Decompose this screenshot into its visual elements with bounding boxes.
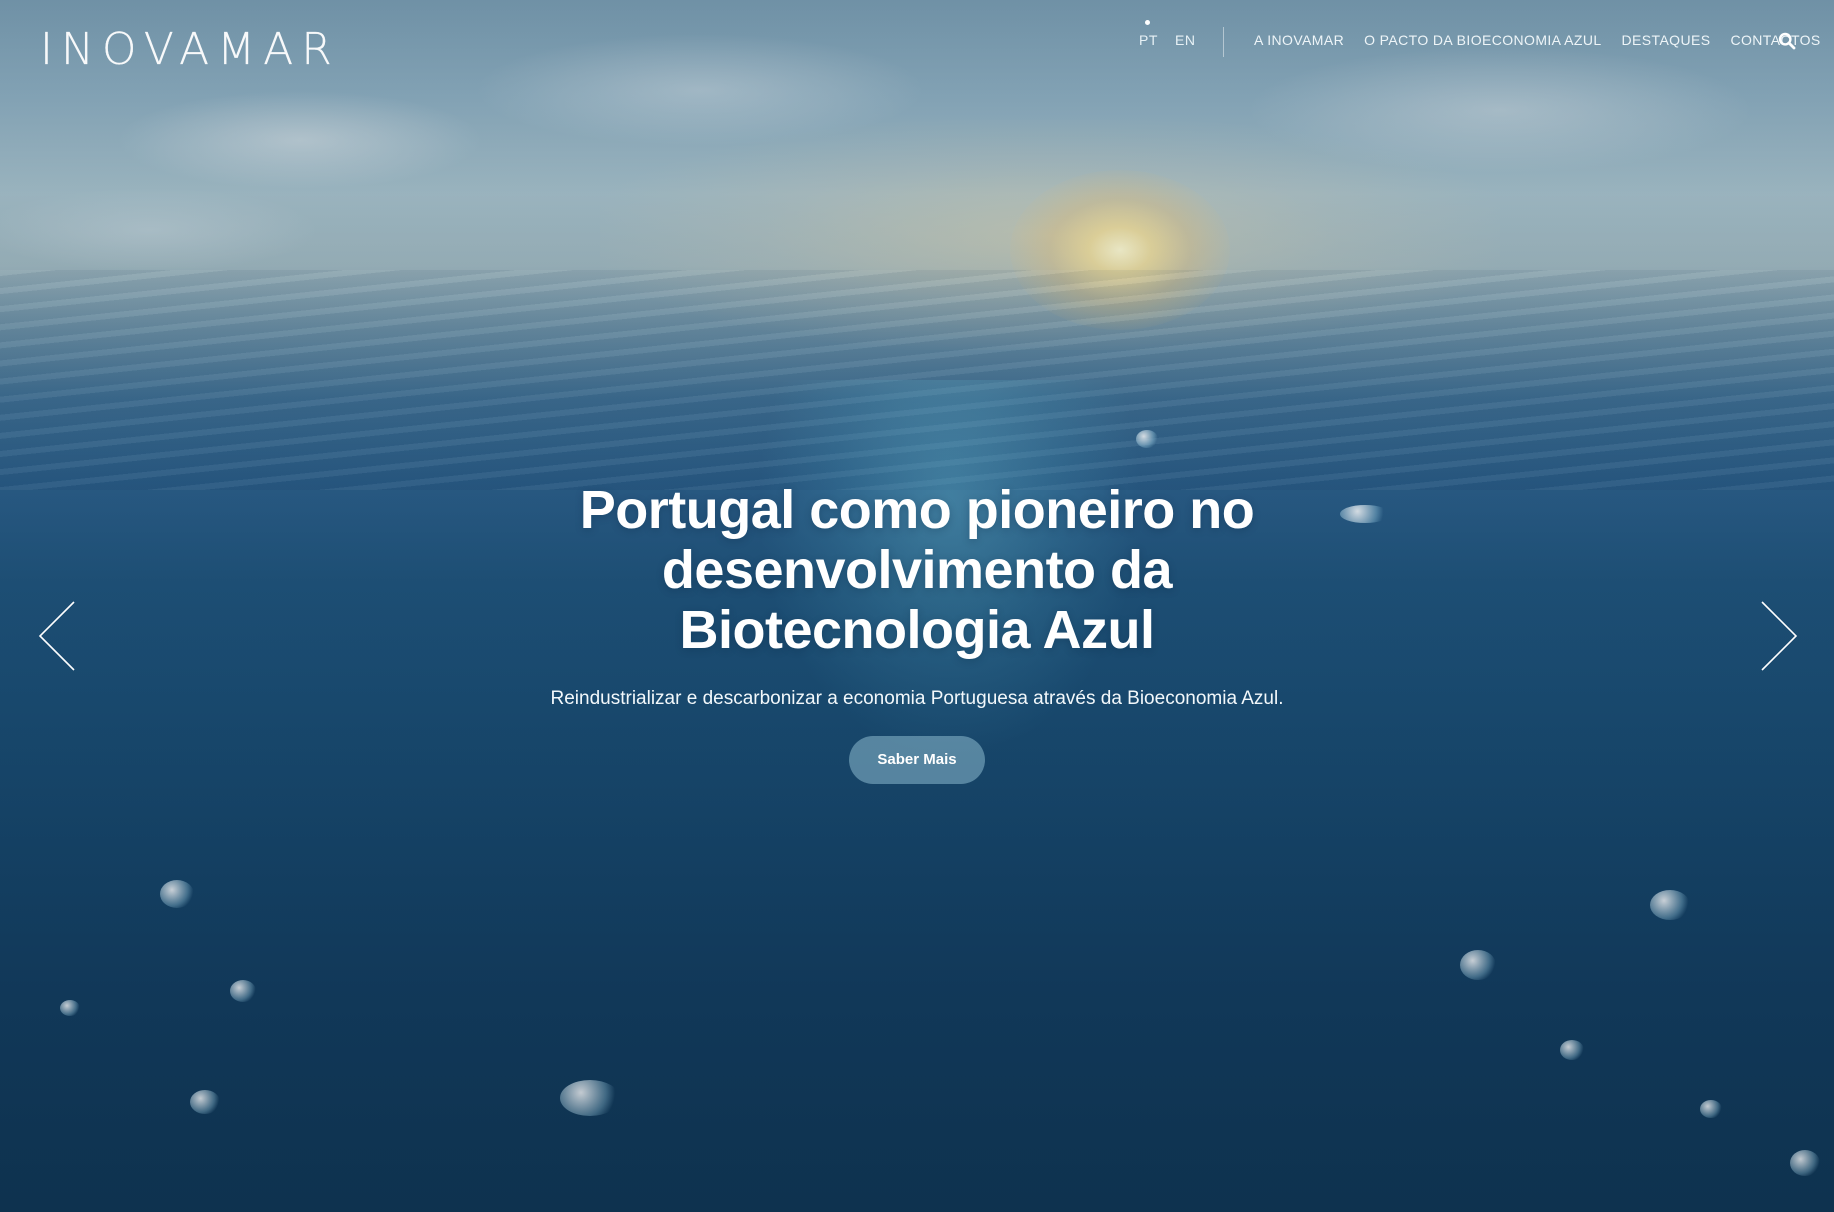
sun-glow [1010, 170, 1230, 330]
hero-title-line: Portugal como pioneiro no [579, 480, 1255, 540]
hero-section: INOVAMAR PT EN A INOVAMAR O PACTO DA BIO… [0, 0, 1834, 1212]
bubble [560, 1080, 620, 1116]
search-icon[interactable] [1778, 32, 1796, 50]
saber-mais-button[interactable]: Saber Mais [849, 736, 985, 784]
bubble [1790, 1150, 1820, 1176]
bubble [230, 980, 256, 1002]
bubble [1340, 505, 1390, 523]
hero-content: Portugal como pioneiro no desenvolviment… [517, 480, 1317, 784]
nav-item-contactos[interactable]: CONTACTOS [1730, 32, 1820, 48]
nav-item-a-inovamar[interactable]: A INOVAMAR [1254, 32, 1344, 48]
site-header: INOVAMAR PT EN A INOVAMAR O PACTO DA BIO… [0, 0, 1834, 84]
sky-haze [600, 120, 1500, 350]
bubble [1136, 430, 1158, 448]
hero-title: Portugal como pioneiro no desenvolviment… [517, 480, 1317, 660]
hero-subtitle: Reindustrializar e descarbonizar a econo… [550, 688, 1284, 709]
bubble [160, 880, 194, 908]
language-en-link[interactable]: EN [1175, 32, 1195, 48]
nav-divider [1223, 27, 1224, 57]
hero-title-line: desenvolvimento da [661, 540, 1173, 600]
chevron-right-icon[interactable] [1758, 600, 1798, 672]
nav-item-pacto-bioeconomia-azul[interactable]: O PACTO DA BIOECONOMIA AZUL [1364, 32, 1601, 48]
hero-title-line: Biotecnologia Azul [679, 600, 1156, 660]
bubble [1560, 1040, 1584, 1060]
bubble [1460, 950, 1496, 980]
bubble [60, 1000, 80, 1016]
bubble [190, 1090, 220, 1114]
site-logo[interactable]: INOVAMAR [40, 25, 340, 74]
chevron-left-icon[interactable] [38, 600, 78, 672]
main-navigation: A INOVAMAR O PACTO DA BIOECONOMIA AZUL D… [1254, 32, 1834, 48]
language-pt-link[interactable]: PT [1139, 32, 1158, 48]
nav-item-destaques[interactable]: DESTAQUES [1622, 32, 1711, 48]
bubble [1650, 890, 1690, 920]
active-language-indicator [1145, 20, 1150, 25]
bubble [1700, 1100, 1722, 1118]
ocean-waves [0, 270, 1834, 490]
